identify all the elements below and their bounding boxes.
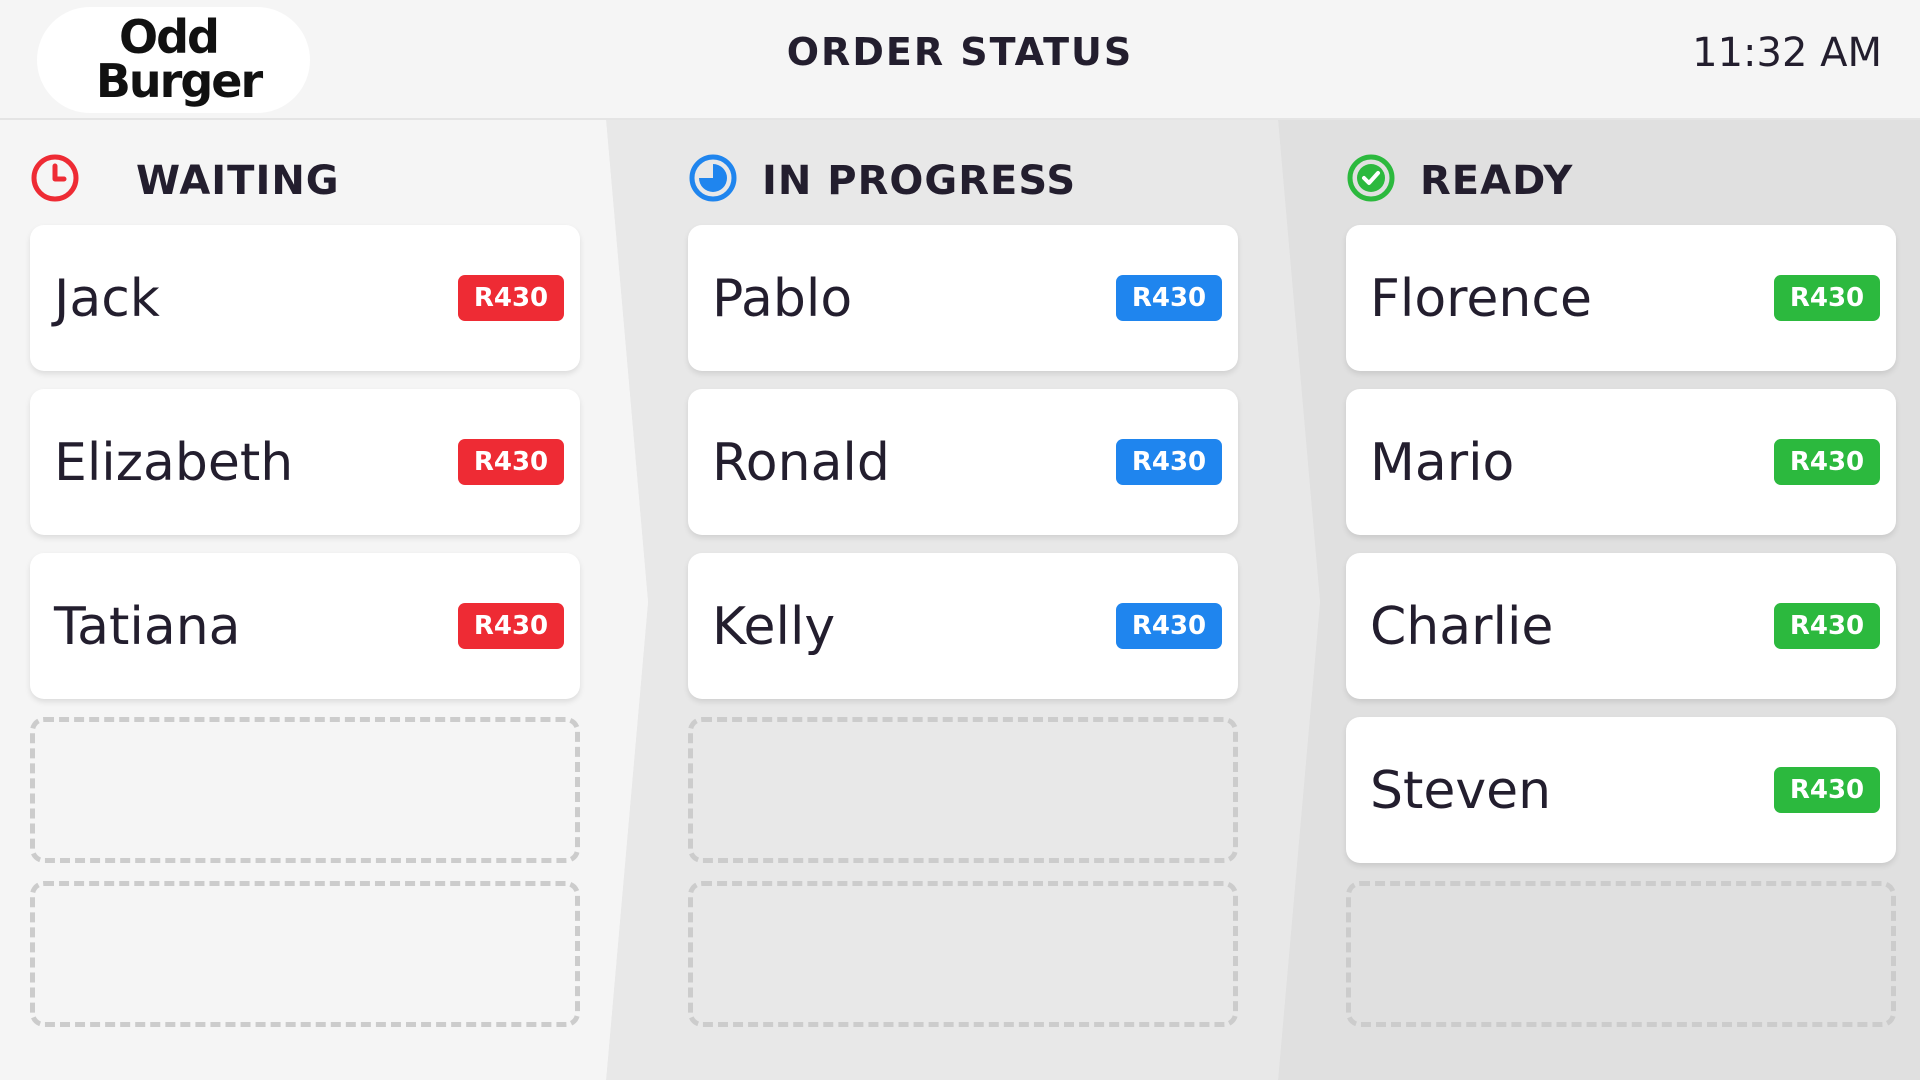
customer-name: Steven xyxy=(1370,761,1552,821)
order-card[interactable]: Mario R430 xyxy=(1346,389,1896,535)
order-card[interactable]: Steven R430 xyxy=(1346,717,1896,863)
price-badge: R430 xyxy=(458,439,564,485)
order-card[interactable]: Pablo R430 xyxy=(688,225,1238,371)
in-progress-column: IN PROGRESS Pablo R430 Ronald R430 Kelly… xyxy=(688,120,1240,1045)
customer-name: Elizabeth xyxy=(54,433,294,493)
order-card[interactable]: Jack R430 xyxy=(30,225,580,371)
customer-name: Tatiana xyxy=(54,597,241,657)
checkmark-circle-icon xyxy=(1347,154,1395,202)
logo-line-2: Burger xyxy=(95,54,263,108)
waiting-column-title: WAITING xyxy=(136,158,340,204)
in-progress-column-title: IN PROGRESS xyxy=(762,158,1077,204)
price-badge: R430 xyxy=(1774,275,1880,321)
customer-name: Jack xyxy=(54,269,160,329)
price-badge: R430 xyxy=(1774,767,1880,813)
price-badge: R430 xyxy=(1774,603,1880,649)
price-badge: R430 xyxy=(1116,275,1222,321)
progress-pie-icon xyxy=(689,154,737,202)
empty-order-slot xyxy=(688,881,1238,1027)
empty-order-slot xyxy=(30,881,580,1027)
logo-line-1: Odd xyxy=(119,10,220,64)
empty-order-slot xyxy=(688,717,1238,863)
customer-name: Ronald xyxy=(712,433,890,493)
ready-column: READY Florence R430 Mario R430 Charlie R… xyxy=(1346,120,1898,1045)
clock-time: 11:32 AM xyxy=(1692,30,1882,76)
price-badge: R430 xyxy=(1774,439,1880,485)
price-badge: R430 xyxy=(1116,603,1222,649)
in-progress-column-header: IN PROGRESS xyxy=(688,120,1240,225)
order-card[interactable]: Ronald R430 xyxy=(688,389,1238,535)
header-bar: Odd Burger ORDER STATUS 11:32 AM xyxy=(0,0,1920,120)
order-card[interactable]: Elizabeth R430 xyxy=(30,389,580,535)
empty-order-slot xyxy=(30,717,580,863)
waiting-column-header: WAITING xyxy=(30,120,582,225)
customer-name: Florence xyxy=(1370,269,1592,329)
customer-name: Pablo xyxy=(712,269,853,329)
customer-name: Mario xyxy=(1370,433,1515,493)
page-title: ORDER STATUS xyxy=(786,30,1134,74)
odd-burger-logo: Odd Burger xyxy=(37,7,310,113)
clock-icon xyxy=(31,154,79,202)
customer-name: Charlie xyxy=(1370,597,1554,657)
price-badge: R430 xyxy=(1116,439,1222,485)
order-card[interactable]: Florence R430 xyxy=(1346,225,1896,371)
order-card[interactable]: Tatiana R430 xyxy=(30,553,580,699)
ready-column-header: READY xyxy=(1346,120,1898,225)
price-badge: R430 xyxy=(458,275,564,321)
customer-name: Kelly xyxy=(712,597,836,657)
empty-order-slot xyxy=(1346,881,1896,1027)
order-card[interactable]: Charlie R430 xyxy=(1346,553,1896,699)
price-badge: R430 xyxy=(458,603,564,649)
waiting-column: WAITING Jack R430 Elizabeth R430 Tatiana… xyxy=(30,120,582,1045)
order-card[interactable]: Kelly R430 xyxy=(688,553,1238,699)
ready-column-title: READY xyxy=(1420,158,1574,204)
